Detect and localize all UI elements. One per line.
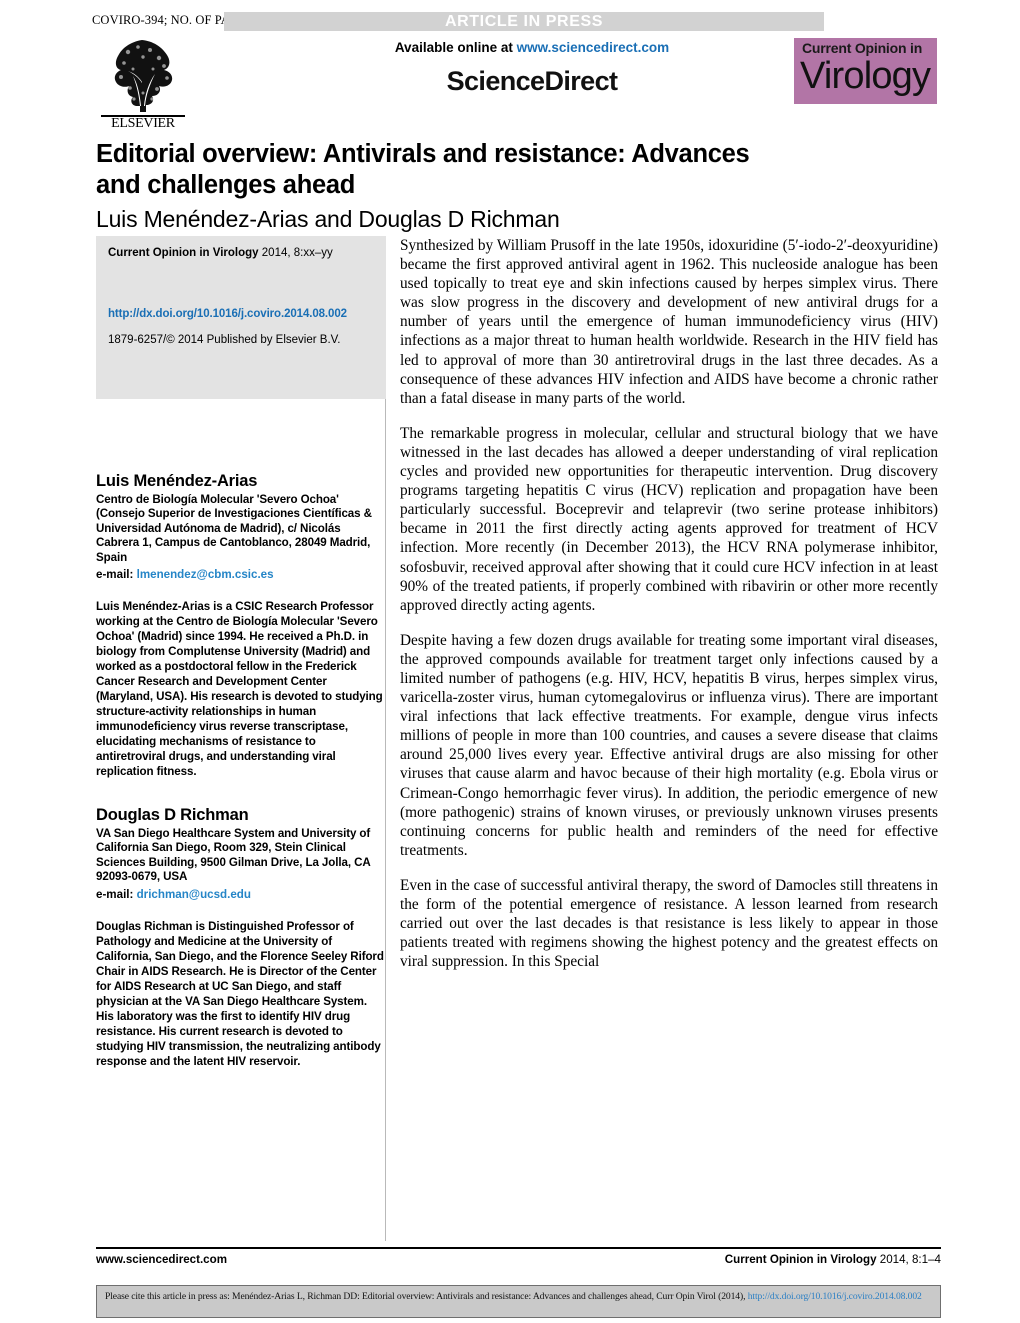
body-paragraph: Synthesized by William Prusoff in the la… (400, 237, 938, 407)
bio-author-name: Douglas D Richman (96, 806, 249, 825)
elsevier-wordmark: ELSEVIER (111, 116, 175, 131)
bio-biography: Luis Menéndez-Arias is a CSIC Research P… (96, 600, 383, 779)
bio-email-link[interactable]: drichman@ucsd.edu (137, 888, 251, 901)
left-column: Current Opinion in Virology 2014, 8:xx–y… (96, 236, 386, 1069)
bio-email-label: e-mail: (96, 887, 137, 901)
article-page: COVIRO-394; NO. OF PAGES 4 ARTICLE IN PR… (0, 0, 1020, 1323)
bio-affiliation: VA San Diego Healthcare System and Unive… (96, 827, 371, 884)
journal-logo-title: Virology (800, 55, 931, 97)
available-online-prefix: Available online at (394, 40, 517, 55)
cite-doi-link-part1[interactable]: http://dx.doi.org/10.1016/ (748, 1291, 844, 1302)
sciencedirect-url-link[interactable]: www.sciencedirect.com (517, 40, 670, 55)
publication-citation-rest: 2014, 8:xx–yy (258, 247, 333, 259)
doi-link[interactable]: http://dx.doi.org/10.1016/j.coviro.2014.… (108, 308, 347, 320)
footer-journal-volume: 2014, 8:1–4 (876, 1253, 941, 1266)
title-block: Editorial overview: Antivirals and resis… (96, 139, 941, 233)
article-in-press-label: ARTICLE IN PRESS (444, 13, 604, 30)
running-head: COVIRO-394; NO. OF PAGES 4 ARTICLE IN PR… (92, 12, 937, 31)
journal-logo: Current Opinion in Virology (794, 38, 937, 104)
masthead: ELSEVIER Available online at www.science… (92, 34, 937, 134)
body-paragraph: The remarkable progress in molecular, ce… (400, 424, 938, 614)
cite-this-article-box: Please cite this article in press as: Me… (96, 1285, 941, 1318)
right-column: Synthesized by William Prusoff in the la… (400, 236, 938, 987)
bio-author-name: Luis Menéndez-Arias (96, 472, 258, 490)
bio-email-label: e-mail: (96, 568, 137, 582)
bio-email-row: e-mail: lmenendez@cbm.csic.es (96, 565, 386, 583)
bio-email-link[interactable]: lmenendez@cbm.csic.es (137, 568, 274, 581)
bio-biography: Douglas Richman is Distinguished Profess… (96, 919, 384, 1068)
issn-copyright-line: 1879-6257/© 2014 Published by Elsevier B… (108, 334, 341, 346)
author-bio-menendez-arias: Luis Menéndez-Arias Centro de Biología M… (96, 471, 386, 779)
elsevier-tree-icon (114, 40, 173, 112)
publication-journal-name: Current Opinion in Virology (108, 247, 259, 259)
elsevier-logo: ELSEVIER (97, 36, 189, 134)
footer-sciencedirect-link[interactable]: www.sciencedirect.com (96, 1253, 227, 1266)
article-title: Editorial overview: Antivirals and resis… (96, 140, 750, 199)
footer-rule (96, 1247, 941, 1249)
body-paragraph: Even in the case of successful antiviral… (400, 876, 938, 971)
available-online-line: Available online at www.sciencedirect.co… (272, 40, 792, 55)
publication-info-box: Current Opinion in Virology 2014, 8:xx–y… (96, 236, 386, 399)
author-bio-richman: Douglas D Richman VA San Diego Healthcar… (96, 805, 386, 1069)
article-authors: Luis Menéndez-Arias and Douglas D Richma… (96, 206, 560, 232)
body-paragraph: Despite having a few dozen drugs availab… (400, 631, 938, 859)
footer-journal-citation: Current Opinion in Virology 2014, 8:1–4 (725, 1253, 941, 1266)
bio-affiliation: Centro de Biología Molecular 'Severo Och… (96, 493, 372, 564)
cite-doi-link-part2[interactable]: j.coviro.2014.08.002 (844, 1291, 922, 1302)
bio-email-row: e-mail: drichman@ucsd.edu (96, 885, 386, 903)
sciencedirect-wordmark: ScienceDirect (446, 66, 618, 96)
publication-citation: Current Opinion in Virology 2014, 8:xx–y… (108, 246, 374, 261)
cite-text: Please cite this article in press as: Me… (105, 1291, 748, 1302)
article-in-press-banner: ARTICLE IN PRESS (224, 12, 824, 31)
footer-journal-name: Current Opinion in Virology (724, 1253, 877, 1266)
